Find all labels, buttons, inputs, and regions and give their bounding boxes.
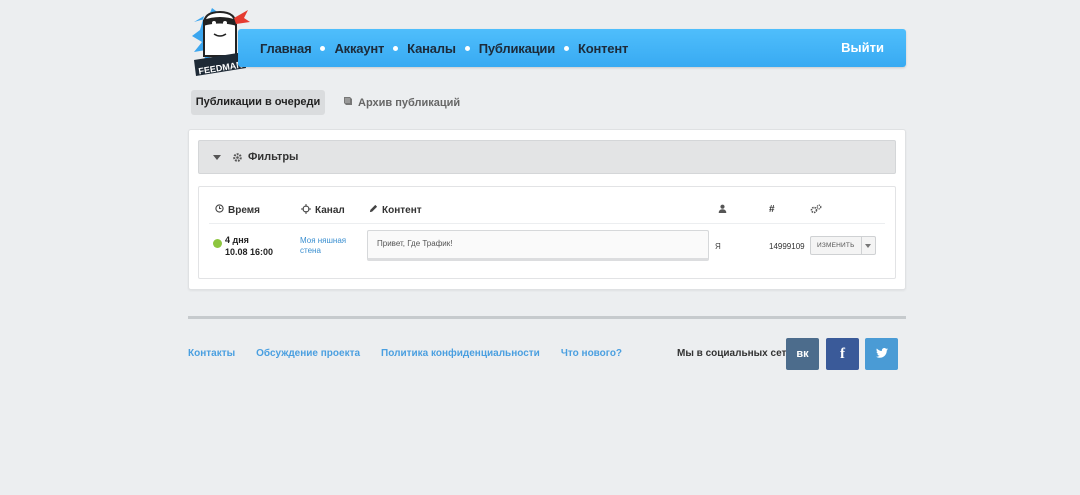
header-channel-label: Канал bbox=[315, 205, 345, 216]
header-divider bbox=[209, 223, 885, 224]
pencil-icon bbox=[369, 204, 378, 216]
header-time[interactable]: Время bbox=[215, 204, 260, 216]
user-icon bbox=[718, 204, 727, 216]
footer-link-discussion[interactable]: Обсуждение проекта bbox=[256, 348, 360, 359]
footer-links: Контакты Обсуждение проекта Политика кон… bbox=[188, 348, 622, 359]
nav-home[interactable]: Главная bbox=[260, 41, 312, 56]
book-icon bbox=[343, 96, 353, 109]
nav-separator bbox=[564, 45, 569, 51]
nav-account[interactable]: Аккаунт bbox=[334, 41, 384, 56]
content-preview[interactable]: Привет, Где Трафик! bbox=[367, 230, 709, 261]
nav-separator bbox=[320, 45, 326, 51]
facebook-icon: f bbox=[840, 345, 845, 362]
author-cell: Я bbox=[715, 242, 721, 251]
main-nav: Главная Аккаунт Каналы Публикации Контен… bbox=[260, 29, 628, 67]
publish-time-relative: 4 дня bbox=[225, 235, 249, 245]
top-navbar: Главная Аккаунт Каналы Публикации Контен… bbox=[238, 29, 906, 67]
caret-down-icon bbox=[213, 154, 221, 160]
edit-dropdown-toggle[interactable] bbox=[861, 236, 876, 255]
footer-link-privacy[interactable]: Политика конфиденциальности bbox=[381, 348, 540, 359]
social-label: Мы в социальных сетях: bbox=[677, 348, 802, 359]
tab-publications-archive[interactable]: Архив публикаций bbox=[343, 90, 460, 115]
edit-button[interactable]: ИЗМЕНИТЬ bbox=[810, 236, 862, 255]
footer-divider bbox=[188, 316, 906, 319]
twitter-button[interactable] bbox=[865, 338, 898, 370]
filters-toggle[interactable]: Фильтры bbox=[198, 140, 896, 174]
vk-button[interactable]: вк bbox=[786, 338, 819, 370]
nav-separator bbox=[464, 45, 470, 51]
gear-icon bbox=[232, 152, 243, 163]
logout-link[interactable]: Выйти bbox=[841, 29, 884, 67]
channel-link[interactable]: Моя няшная стена bbox=[300, 236, 360, 256]
twitter-icon bbox=[875, 345, 888, 363]
nav-content[interactable]: Контент bbox=[578, 41, 628, 56]
nav-channels[interactable]: Каналы bbox=[407, 41, 456, 56]
header-actions bbox=[810, 204, 822, 217]
filters-label: Фильтры bbox=[248, 151, 299, 163]
clock-icon bbox=[215, 204, 224, 216]
tab-queued-publications[interactable]: Публикации в очереди bbox=[191, 90, 325, 115]
publications-card: Фильтры Время Канал Контент # 4 дня 10.0… bbox=[188, 129, 906, 290]
edit-button-group: ИЗМЕНИТЬ bbox=[810, 236, 876, 255]
header-time-label: Время bbox=[228, 204, 260, 216]
header-id[interactable]: # bbox=[769, 204, 775, 215]
publication-id: 14999109 bbox=[769, 242, 805, 251]
tab-archive-label: Архив публикаций bbox=[358, 96, 461, 109]
header-user[interactable] bbox=[718, 204, 727, 216]
footer-link-contacts[interactable]: Контакты bbox=[188, 348, 235, 359]
crosshair-icon bbox=[301, 204, 311, 217]
vk-icon: вк bbox=[796, 348, 809, 360]
publish-datetime: 10.08 16:00 bbox=[225, 247, 274, 257]
header-content-label: Контент bbox=[382, 204, 422, 216]
header-channel[interactable]: Канал bbox=[301, 204, 345, 217]
header-id-label: # bbox=[769, 204, 775, 215]
footer-link-whats-new[interactable]: Что нового? bbox=[561, 348, 622, 359]
facebook-button[interactable]: f bbox=[826, 338, 859, 370]
publications-table: Время Канал Контент # 4 дня 10.08 16:00 … bbox=[198, 186, 896, 279]
nav-separator bbox=[393, 45, 399, 51]
status-indicator bbox=[213, 239, 222, 248]
gears-icon bbox=[810, 204, 822, 217]
header-content[interactable]: Контент bbox=[369, 204, 422, 216]
nav-publications[interactable]: Публикации bbox=[479, 41, 555, 56]
chevron-down-icon bbox=[865, 243, 872, 248]
